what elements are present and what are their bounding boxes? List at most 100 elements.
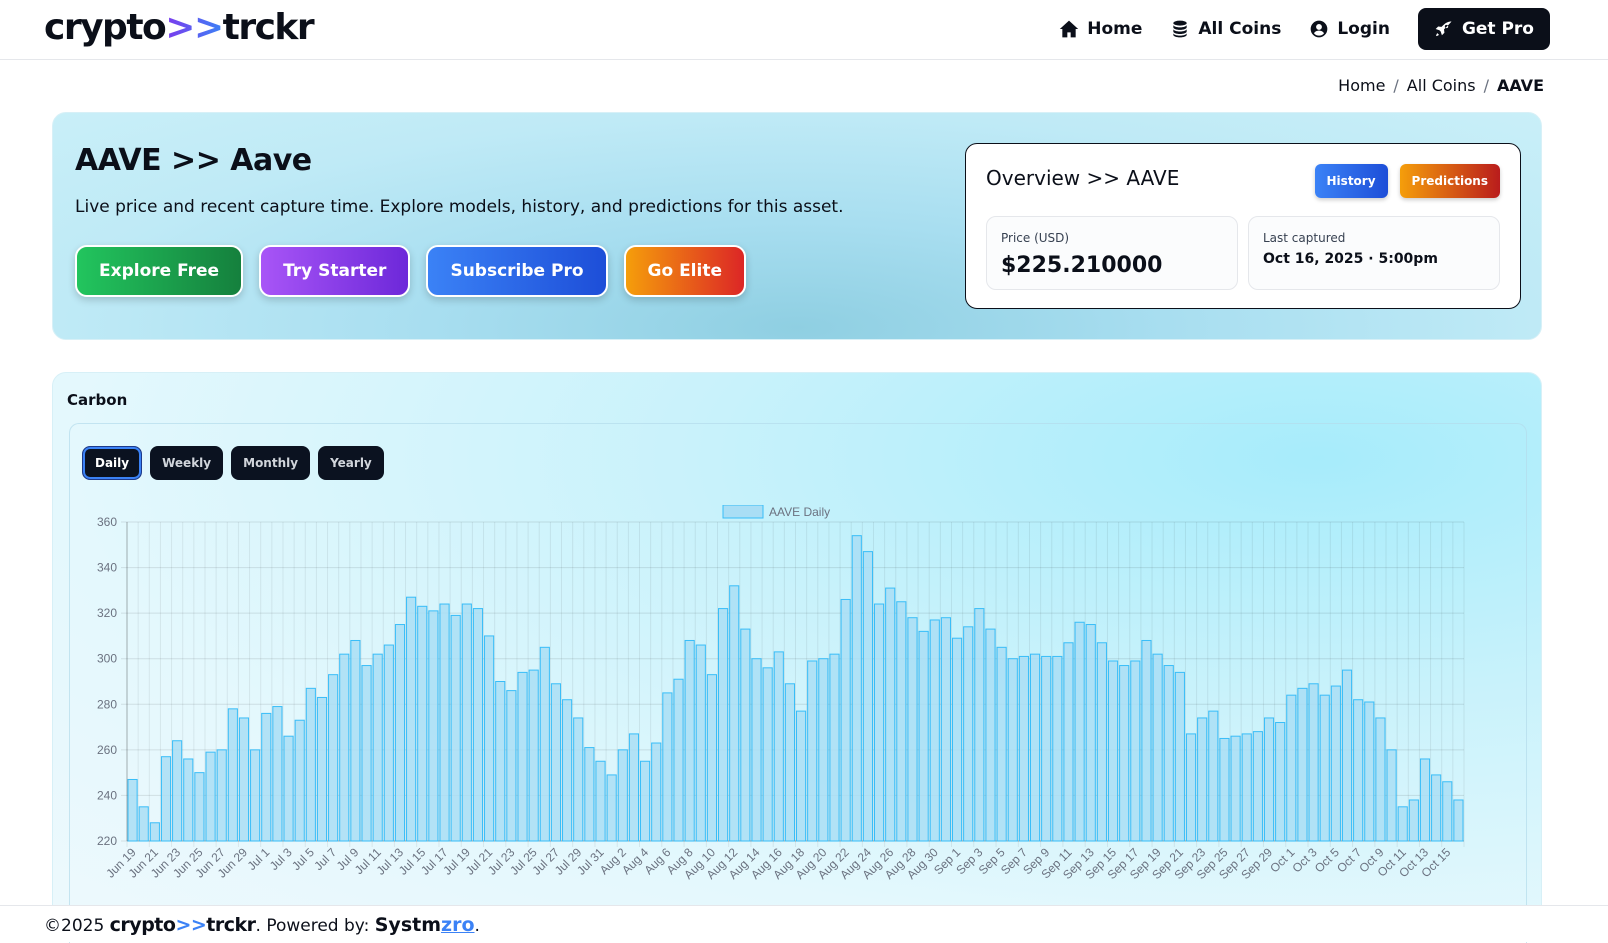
bar xyxy=(1386,749,1397,842)
bar xyxy=(862,551,873,842)
footer-systmzro-link[interactable]: Systmzro xyxy=(375,914,475,936)
bar xyxy=(316,696,328,842)
y-tick-label: 240 xyxy=(97,788,117,802)
get-pro-button[interactable]: Get Pro xyxy=(1417,8,1550,50)
bar xyxy=(628,733,640,842)
try-starter-button[interactable]: Try Starter xyxy=(259,245,411,297)
price-label: Price (USD) xyxy=(1001,231,1070,245)
page-title: AAVE >> Aave xyxy=(75,143,312,178)
x-tick-label: Oct 5 xyxy=(1312,845,1342,875)
breadcrumb-separator: / xyxy=(1483,76,1489,95)
y-tick-label: 300 xyxy=(97,652,117,666)
breadcrumb-home[interactable]: Home xyxy=(1338,76,1385,95)
bar xyxy=(1052,655,1063,842)
explore-free-button[interactable]: Explore Free xyxy=(75,245,244,297)
bar xyxy=(606,774,617,842)
logo-text-left: crypto xyxy=(44,7,167,48)
tab-daily[interactable]: Daily xyxy=(82,446,143,480)
bar xyxy=(138,806,149,842)
footer-end: . xyxy=(474,916,480,936)
hero-panel: AAVE >> Aave Live price and recent captu… xyxy=(52,112,1542,340)
bar xyxy=(550,683,562,842)
predictions-button[interactable]: Predictions xyxy=(1399,164,1500,198)
footer: ©2025 crypto>>trckr. Powered by: Systmzr… xyxy=(0,905,1608,942)
bar xyxy=(339,653,350,842)
x-tick-label: Oct 1 xyxy=(1267,845,1297,875)
go-elite-button[interactable]: Go Elite xyxy=(623,245,746,297)
bar xyxy=(684,639,695,842)
bar xyxy=(495,681,506,842)
top-navbar: crypto>>trckr Home All Coins Login Get P… xyxy=(0,0,1608,60)
bar xyxy=(918,630,929,842)
bar xyxy=(640,760,651,842)
bar xyxy=(1330,685,1341,842)
history-button[interactable]: History xyxy=(1314,164,1388,198)
nav-all-coins-label: All Coins xyxy=(1198,19,1282,39)
bar xyxy=(283,735,294,842)
bar xyxy=(762,667,773,842)
bar xyxy=(873,603,885,842)
tab-yearly[interactable]: Yearly xyxy=(318,446,384,480)
breadcrumb-all-coins[interactable]: All Coins xyxy=(1407,76,1476,95)
bar xyxy=(651,742,662,842)
tab-weekly[interactable]: Weekly xyxy=(150,446,224,480)
bar xyxy=(1375,717,1386,842)
bar xyxy=(996,646,1007,842)
x-tick-label: Jul 3 xyxy=(267,845,295,873)
bar xyxy=(506,690,517,842)
bar xyxy=(1119,665,1130,842)
bar xyxy=(1141,639,1152,842)
bar xyxy=(539,646,550,842)
y-tick-label: 280 xyxy=(97,697,117,711)
nav-all-coins[interactable]: All Coins xyxy=(1170,19,1281,39)
x-tick-label: Jul 7 xyxy=(311,845,339,873)
bar xyxy=(1252,731,1263,842)
bar xyxy=(1263,717,1275,842)
bar xyxy=(1353,699,1364,842)
bar xyxy=(573,717,584,842)
bar xyxy=(428,610,439,842)
nav-home[interactable]: Home xyxy=(1059,19,1142,39)
footer-brand[interactable]: crypto>>trckr xyxy=(110,914,256,936)
subscribe-pro-button[interactable]: Subscribe Pro xyxy=(426,245,608,297)
bar xyxy=(1397,806,1408,842)
footer-zro: zro xyxy=(441,914,475,936)
logo[interactable]: crypto>>trckr xyxy=(44,6,315,50)
nav-login[interactable]: Login xyxy=(1309,19,1390,39)
y-tick-label: 340 xyxy=(97,561,117,575)
price-bar-chart: AAVE Daily220240260280300320340360Jun 19… xyxy=(97,505,1465,882)
bar xyxy=(1018,655,1029,842)
bar xyxy=(1408,799,1419,842)
bar xyxy=(1197,717,1208,842)
bar xyxy=(328,674,339,842)
bar xyxy=(963,626,974,842)
footer-brand-left: crypto xyxy=(109,914,176,936)
bar xyxy=(1453,799,1464,842)
y-tick-label: 260 xyxy=(97,743,117,757)
logo-arrows: >> xyxy=(165,7,224,48)
get-pro-label: Get Pro xyxy=(1461,19,1534,39)
bar xyxy=(807,660,818,842)
bar xyxy=(951,637,963,842)
bar xyxy=(1163,665,1174,842)
bar xyxy=(350,639,361,842)
bar xyxy=(1029,653,1041,842)
x-tick-label: Oct 7 xyxy=(1334,845,1364,875)
bar xyxy=(1107,660,1119,842)
bar xyxy=(372,653,383,842)
x-tick-label: Oct 3 xyxy=(1290,845,1320,875)
tab-monthly[interactable]: Monthly xyxy=(231,446,311,480)
bar xyxy=(729,585,740,842)
bar xyxy=(1286,694,1297,842)
bar xyxy=(595,760,606,842)
bar xyxy=(562,699,573,842)
chart-card-title: Carbon xyxy=(67,391,128,409)
overview-actions: History Predictions xyxy=(1314,164,1500,198)
bar xyxy=(528,669,539,842)
bar xyxy=(673,678,684,842)
bar xyxy=(796,710,807,842)
bar xyxy=(394,624,406,842)
last-captured-value: Oct 16, 2025 · 5:00pm xyxy=(1263,251,1438,267)
bar xyxy=(1041,655,1052,842)
bar xyxy=(1085,624,1096,842)
